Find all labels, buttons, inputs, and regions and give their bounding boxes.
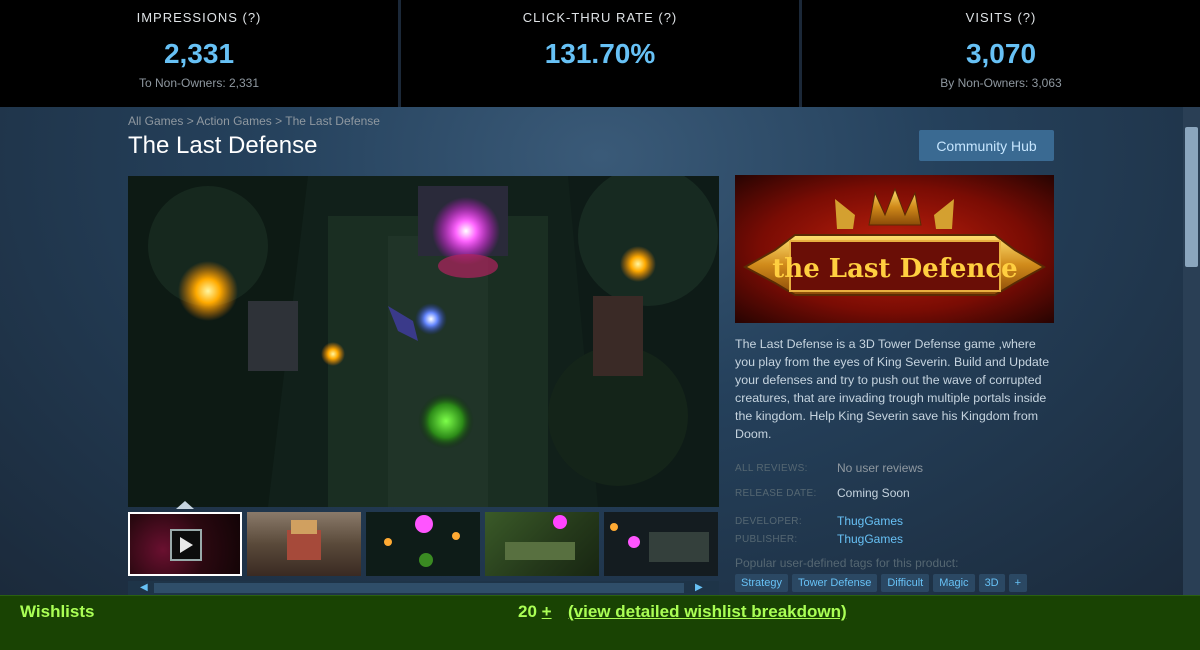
- tag-difficult[interactable]: Difficult: [881, 574, 930, 592]
- reviews-row: ALL REVIEWS: No user reviews: [735, 459, 1054, 477]
- wishlist-bar: Wishlists 20 + (view detailed wishlist b…: [0, 595, 1200, 650]
- breadcrumb: All Games > Action Games > The Last Defe…: [128, 114, 380, 128]
- visits-sub: By Non-Owners: 3,063: [940, 76, 1062, 90]
- game-info-panel: the Last Defence The Last Defense is a 3…: [735, 175, 1054, 592]
- thumbnail-screenshot[interactable]: [247, 512, 361, 576]
- ctr-stat: CLICK-THRU RATE (?) 131.70%: [401, 0, 802, 107]
- ctr-value: 131.70%: [544, 38, 656, 69]
- tag-list: Strategy Tower Defense Difficult Magic 3…: [735, 574, 1054, 592]
- store-page: All Games > Action Games > The Last Defe…: [0, 107, 1200, 595]
- breadcrumb-all-games[interactable]: All Games: [128, 114, 183, 128]
- impressions-label[interactable]: IMPRESSIONS (?): [0, 10, 398, 25]
- release-label: RELEASE DATE:: [735, 487, 817, 499]
- tags-label: Popular user-defined tags for this produ…: [735, 556, 959, 570]
- impressions-stat: IMPRESSIONS (?) 2,331 To Non-Owners: 2,3…: [0, 0, 401, 107]
- breadcrumb-current[interactable]: The Last Defense: [285, 114, 380, 128]
- reviews-label: ALL REVIEWS:: [735, 462, 808, 474]
- breadcrumb-separator: >: [275, 114, 283, 128]
- tag-more-button[interactable]: +: [1008, 574, 1028, 592]
- header-capsule-image: the Last Defence: [735, 175, 1054, 323]
- scroll-left-icon[interactable]: ◀: [140, 582, 148, 593]
- active-thumb-indicator: [176, 501, 194, 509]
- release-value: Coming Soon: [837, 486, 910, 500]
- thumbnail-screenshot[interactable]: [366, 512, 480, 576]
- visits-label[interactable]: VISITS (?): [802, 10, 1200, 25]
- scrollbar-thumb[interactable]: [1185, 127, 1198, 267]
- main-screenshot[interactable]: [128, 176, 719, 507]
- thumbnail-strip: [128, 512, 719, 578]
- impressions-value: 2,331: [163, 38, 235, 69]
- visits-stat: VISITS (?) 3,070 By Non-Owners: 3,063: [802, 0, 1200, 107]
- wishlist-count: 20 +: [518, 602, 552, 622]
- tag-3d[interactable]: 3D: [978, 574, 1005, 592]
- impressions-sub: To Non-Owners: 2,331: [138, 76, 260, 90]
- capsule-logo-text: the Last Defence: [772, 254, 1017, 284]
- visits-value: 3,070: [965, 38, 1037, 69]
- developer-link[interactable]: ThugGames: [837, 514, 903, 528]
- wishlist-label: Wishlists: [20, 602, 95, 621]
- publisher-label: PUBLISHER:: [735, 533, 798, 545]
- tag-strategy[interactable]: Strategy: [735, 574, 788, 592]
- thumbnail-scrollbar[interactable]: ◀ ▶: [128, 581, 719, 595]
- wishlist-breakdown-link[interactable]: (view detailed wishlist breakdown): [568, 602, 847, 622]
- play-icon: [170, 529, 202, 561]
- tag-tower-defense[interactable]: Tower Defense: [791, 574, 878, 592]
- publisher-row: PUBLISHER: ThugGames: [735, 530, 1054, 548]
- scroll-right-icon[interactable]: ▶: [695, 582, 703, 593]
- wishlist-plus-link[interactable]: +: [542, 602, 552, 621]
- developer-label: DEVELOPER:: [735, 515, 802, 527]
- wishlist-count-value: 20: [518, 602, 537, 621]
- developer-row: DEVELOPER: ThugGames: [735, 512, 1054, 530]
- page-title: The Last Defense: [128, 132, 318, 159]
- reviews-value: No user reviews: [837, 461, 924, 475]
- tag-magic[interactable]: Magic: [933, 574, 975, 592]
- publisher-link[interactable]: ThugGames: [837, 532, 903, 546]
- stats-bar: IMPRESSIONS (?) 2,331 To Non-Owners: 2,3…: [0, 0, 1200, 107]
- thumbnail-scroll-thumb[interactable]: [154, 583, 684, 593]
- breadcrumb-action-games[interactable]: Action Games: [196, 114, 271, 128]
- community-hub-button[interactable]: Community Hub: [919, 130, 1054, 161]
- release-row: RELEASE DATE: Coming Soon: [735, 484, 1054, 502]
- ctr-label[interactable]: CLICK-THRU RATE (?): [401, 10, 799, 25]
- thumbnail-video[interactable]: [128, 512, 242, 576]
- page-scrollbar[interactable]: [1183, 107, 1200, 595]
- thumbnail-screenshot[interactable]: [485, 512, 599, 576]
- thumbnail-screenshot[interactable]: [604, 512, 718, 576]
- game-description: The Last Defense is a 3D Tower Defense g…: [735, 337, 1050, 441]
- breadcrumb-separator: >: [186, 114, 194, 128]
- game-scene-image: [128, 176, 719, 507]
- game-meta: ALL REVIEWS: No user reviews RELEASE DAT…: [735, 459, 1054, 548]
